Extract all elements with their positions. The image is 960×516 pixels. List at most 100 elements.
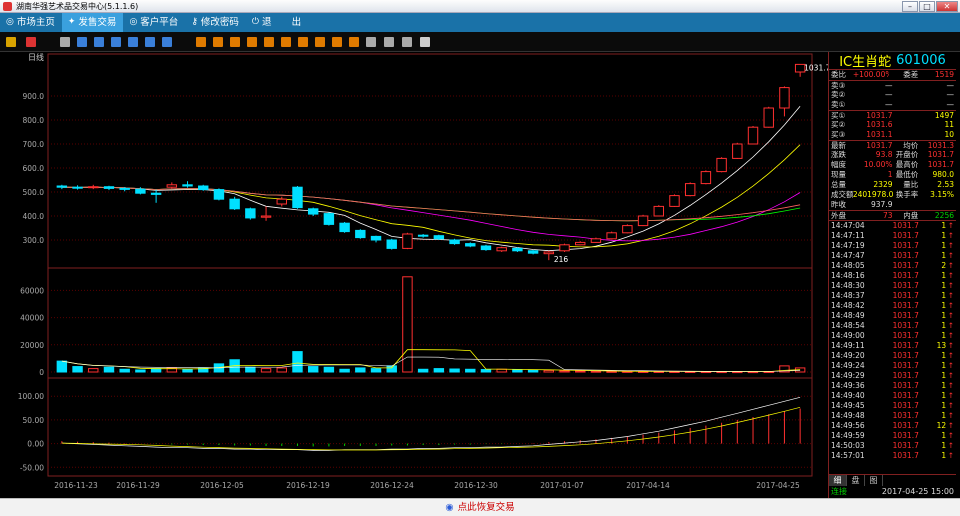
tick-time: 14:49:24 xyxy=(831,361,865,370)
toolbar-button-9[interactable] xyxy=(196,37,206,47)
close-button[interactable]: ✕ xyxy=(936,1,958,12)
volume-bar xyxy=(465,368,476,373)
stat-row: 总量 2329 量比 2.53 xyxy=(829,180,956,190)
toolbar-button-12[interactable] xyxy=(247,37,257,47)
candle-body xyxy=(449,239,460,245)
toolbar-button-8[interactable] xyxy=(162,37,172,47)
toolbar-button-15[interactable] xyxy=(298,37,308,47)
stat-label: 昨收 xyxy=(831,200,846,209)
tick-volume: 1 xyxy=(941,391,947,400)
toolbar-button-18[interactable] xyxy=(349,37,359,47)
candle-body xyxy=(700,171,712,185)
toolbar-button-14[interactable] xyxy=(281,37,291,47)
up-arrow-icon: ↑ xyxy=(947,451,954,460)
stat-label: 开盘价 xyxy=(895,150,919,159)
tick-volume: 1 xyxy=(941,281,947,290)
stat-value: 980.0 xyxy=(932,170,954,179)
tick-price: 1031.7 xyxy=(892,321,919,330)
date-tick-label: 2017-04-14 xyxy=(626,481,670,490)
toolbar-button-7[interactable] xyxy=(145,37,155,47)
toolbar-button-0[interactable] xyxy=(6,37,16,47)
panel-tab-2[interactable]: 图 xyxy=(865,475,883,486)
volume-bar xyxy=(56,360,68,373)
panel-tab-0[interactable]: 细 xyxy=(829,475,847,486)
tick-time: 14:57:01 xyxy=(831,451,865,460)
stat-value: 3.15% xyxy=(930,190,954,199)
key-icon: ⚷ xyxy=(191,17,198,27)
toolbar-button-20[interactable] xyxy=(384,37,394,47)
toolbar-button-22[interactable] xyxy=(420,37,430,47)
nav-item-label: 退 xyxy=(262,17,272,28)
volume-bar xyxy=(417,368,429,373)
up-arrow-icon: ↑ xyxy=(947,351,954,360)
volume-bar xyxy=(433,368,445,373)
toolbar-button-4[interactable] xyxy=(94,37,104,47)
toolbar-button-11[interactable] xyxy=(230,37,240,47)
ask-price: — xyxy=(885,100,893,109)
toolbar-button-13[interactable] xyxy=(264,37,274,47)
toolbar-button-1[interactable] xyxy=(26,37,36,47)
kline-chart-area[interactable]: 日线 900.0 800.0 700.0 600.0 500.0 400.0 300.0 600… xyxy=(0,52,828,498)
tick-list[interactable]: 14:47:04 1031.7 1 ↑ 14:47:11 1031.7 1 ↑ 14:47:19… xyxy=(829,220,956,461)
date-tick-label: 2016-11-29 xyxy=(116,481,160,490)
price-tick-label: 800.0 xyxy=(23,116,45,125)
tick-row: 14:49:29 1031.7 1 ↑ xyxy=(829,371,956,381)
nav-item-3[interactable]: ⚷ 修改密码 xyxy=(185,13,246,32)
nav-item-1[interactable]: ✦ 发售交易 xyxy=(61,13,124,32)
volume-bar xyxy=(480,369,492,373)
main-nav-bar: ◎ 市场主页 ✦ 发售交易 ◎ 客户平台 ⚷ 修改密码 ⏻ 退出 xyxy=(0,13,960,32)
up-arrow-icon: ↑ xyxy=(947,311,954,320)
stat-value: 2.53 xyxy=(937,180,954,189)
inner-volume-value: 2256 xyxy=(934,211,954,220)
panel-tab-1[interactable]: 盘 xyxy=(847,475,865,486)
stat-label: 委差 xyxy=(903,70,919,79)
bid-row: 买③ 1031.1 10 xyxy=(829,130,956,140)
tick-row: 14:48:54 1031.7 1 ↑ xyxy=(829,321,956,331)
globe-icon: ◎ xyxy=(129,17,138,27)
ask-row: 卖③ — — xyxy=(829,80,956,90)
tick-price: 1031.7 xyxy=(892,221,919,230)
nav-item-5[interactable]: 出 xyxy=(286,13,309,32)
resume-trading-link[interactable]: 点此恢复交易 xyxy=(458,502,515,513)
candle-body xyxy=(716,157,727,173)
candle-body xyxy=(307,208,319,215)
resume-trading-bar[interactable]: ◉ 点此恢复交易 xyxy=(0,498,960,516)
tick-price: 1031.7 xyxy=(892,341,919,350)
macd-tick-label: -50.00 xyxy=(20,463,44,472)
tick-price: 1031.7 xyxy=(892,381,919,390)
tick-price: 1031.7 xyxy=(892,451,919,460)
minimize-button[interactable]: – xyxy=(902,1,918,12)
toolbar-button-16[interactable] xyxy=(315,37,325,47)
toolbar-button-3[interactable] xyxy=(77,37,87,47)
tick-time: 14:49:00 xyxy=(831,331,865,340)
tick-time: 14:47:11 xyxy=(831,231,865,240)
up-arrow-icon: ↑ xyxy=(947,331,954,340)
toolbar-button-19[interactable] xyxy=(366,37,376,47)
tick-price: 1031.7 xyxy=(892,261,919,270)
window-titlebar: 湖南华强艺术品交易中心(5.1.1.6) – □ ✕ xyxy=(0,0,960,13)
nav-item-4[interactable]: ⏻ 退 xyxy=(246,13,286,32)
nav-item-2[interactable]: ◎ 客户平台 xyxy=(123,13,185,32)
kline-chart[interactable]: 日线 900.0 800.0 700.0 600.0 500.0 400.0 300.0 600… xyxy=(0,52,828,498)
toolbar-button-5[interactable] xyxy=(111,37,121,47)
volume-bar xyxy=(449,368,460,373)
tick-volume: 1 xyxy=(941,301,947,310)
tick-row: 14:48:16 1031.7 1 ↑ xyxy=(829,271,956,281)
candle-body xyxy=(496,247,507,252)
candle-body xyxy=(527,250,539,254)
candle-body xyxy=(245,208,256,219)
toolbar-button-21[interactable] xyxy=(402,37,412,47)
tick-time: 14:48:37 xyxy=(831,291,865,300)
stat-label: 均价 xyxy=(903,141,919,150)
toolbar-button-6[interactable] xyxy=(128,37,138,47)
tick-time: 14:49:20 xyxy=(831,351,865,360)
toolbar-button-2[interactable] xyxy=(60,37,70,47)
price-tick-label: 400.0 xyxy=(23,212,45,221)
toolbar-button-17[interactable] xyxy=(332,37,342,47)
tick-volume: 1 xyxy=(941,271,947,280)
tick-volume: 2 xyxy=(941,261,947,270)
toolbar-button-10[interactable] xyxy=(213,37,223,47)
maximize-button[interactable]: □ xyxy=(919,1,935,12)
bid-level-label: 买③ xyxy=(831,130,846,139)
nav-item-0[interactable]: ◎ 市场主页 xyxy=(0,13,62,32)
